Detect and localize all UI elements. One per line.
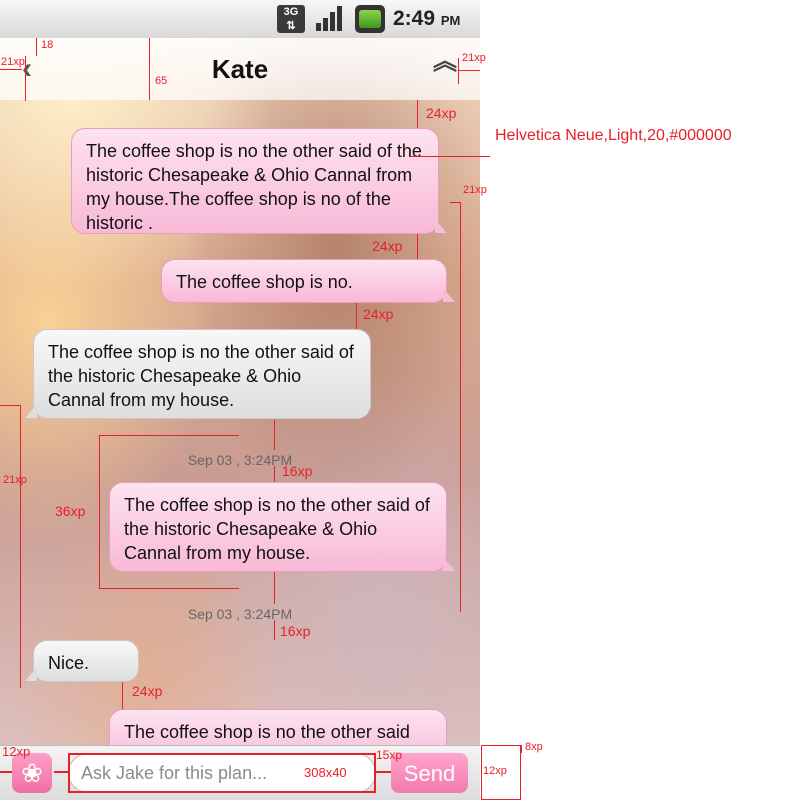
annotation-line	[54, 771, 68, 773]
annotation-line	[450, 202, 461, 203]
annotation-line	[0, 405, 21, 406]
status-time: 2:49 PM	[393, 7, 460, 31]
message-bubble-received[interactable]: Nice.	[25, 640, 139, 682]
message-bubble-sent[interactable]: The coffee shop is no.	[161, 259, 455, 303]
signal-icon	[315, 5, 345, 33]
annotation-line	[274, 420, 275, 450]
annotation-label: 308x40	[304, 765, 347, 780]
message-text: The coffee shop is no.	[176, 272, 353, 292]
annotation-line	[521, 745, 522, 753]
message-bubble-sent[interactable]: The coffee shop is no the other said of …	[71, 128, 447, 234]
annotation-line	[36, 38, 37, 56]
annotation-line	[458, 58, 459, 84]
message-text: The coffee shop is no the other said of …	[124, 495, 430, 563]
annotation-line	[25, 56, 26, 101]
annotation-line	[0, 771, 12, 773]
annotation-line	[99, 588, 239, 589]
chat-screen: 3G ⇅ 2:49 PM ‹ Kate ︽ The coffee shop is …	[0, 0, 480, 800]
network-label: 3G	[283, 6, 299, 18]
annotation-label: 21xp	[1, 56, 25, 68]
annotation-line	[122, 682, 123, 709]
annotation-label: 8xp	[525, 741, 543, 753]
time-value: 2:49	[393, 7, 436, 30]
scroll-top-icon[interactable]: ︽	[430, 50, 460, 85]
annotation-label: 24xp	[426, 105, 457, 121]
message-bubble-sent[interactable]: The coffee shop is no the other said of …	[109, 482, 455, 572]
annotation-line	[417, 100, 418, 128]
battery-icon	[355, 5, 385, 33]
message-bubble-received[interactable]: The coffee shop is no the other said of …	[25, 329, 371, 419]
annotation-line	[99, 435, 239, 436]
conversation-title: Kate	[211, 54, 269, 84]
annotation-label: 21xp	[463, 184, 487, 196]
message-text: Nice.	[48, 653, 90, 673]
annotation-label: 65	[155, 75, 168, 87]
annotation-line	[458, 70, 480, 71]
font-spec-annotation: Helvetica Neue,Light,20,#000000	[495, 127, 732, 144]
rose-icon[interactable]: ❀	[12, 753, 52, 793]
annotation-label: 18	[41, 39, 54, 51]
annotation-label: 16xp	[280, 623, 311, 639]
annotation-line	[274, 620, 275, 640]
annotation-line	[0, 69, 22, 70]
annotation-line	[410, 156, 490, 157]
annotation-label: 36xp	[55, 503, 86, 519]
status-bar: 3G ⇅ 2:49 PM	[0, 0, 480, 38]
annotation-line	[274, 466, 275, 482]
annotation-line	[356, 303, 357, 329]
message-text: The coffee shop is no the other said of …	[48, 342, 354, 410]
annotation-label: 15xp	[376, 748, 403, 762]
annotation-line	[99, 435, 100, 589]
annotation-line	[274, 572, 275, 604]
annotation-label: 12xp	[2, 744, 31, 759]
annotation-line	[20, 405, 21, 688]
annotation-label: 21xp	[462, 52, 486, 64]
annotation-label: 24xp	[363, 306, 394, 322]
annotation-label: 21xp	[3, 474, 27, 486]
annotation-line	[417, 234, 418, 259]
annotation-line	[149, 38, 150, 100]
annotation-line	[376, 771, 391, 773]
message-timestamp: Sep 03 , 3:24PM	[187, 606, 293, 622]
annotation-label: 24xp	[132, 683, 163, 699]
annotation-line	[460, 202, 461, 612]
message-text: The coffee shop is no the other said	[124, 722, 410, 742]
send-button[interactable]: Send	[391, 753, 468, 793]
time-ampm: PM	[440, 13, 461, 28]
annotation-label: 24xp	[372, 238, 403, 254]
annotation-label: 12xp	[483, 765, 507, 777]
message-text: The coffee shop is no the other said of …	[86, 141, 422, 233]
annotation-label: 16xp	[282, 463, 313, 479]
network-3g-icon: 3G ⇅	[277, 5, 305, 33]
message-timestamp: Sep 03 , 3:24PM	[187, 452, 293, 468]
